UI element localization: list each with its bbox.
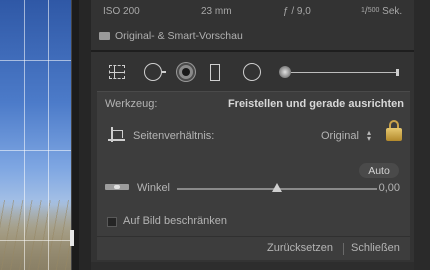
panel-bottom-edge	[91, 262, 414, 270]
aspect-ratio-label: Seitenverhältnis:	[133, 130, 215, 142]
shutter-denominator: 500	[367, 7, 380, 14]
radial-filter-icon	[243, 63, 261, 81]
adjustment-brush-tool-button[interactable]	[277, 62, 401, 82]
footer-divider	[343, 243, 344, 255]
original-smart-preview-status[interactable]: Original- & Smart-Vorschau	[99, 29, 243, 43]
reset-button[interactable]: Zurücksetzen	[267, 242, 333, 254]
graduated-filter-icon	[210, 63, 220, 81]
angle-slider-thumb[interactable]	[272, 183, 282, 192]
red-eye-icon	[177, 63, 195, 81]
graduated-filter-tool-button[interactable]	[207, 62, 223, 82]
adjustment-brush-icon	[279, 66, 291, 78]
panel-scroll-gutter	[79, 0, 91, 270]
photo-preview[interactable]	[0, 0, 71, 270]
tool-label: Werkzeug:	[105, 98, 158, 110]
select-arrows-icon[interactable]: ▴ ▾	[367, 129, 371, 143]
radial-filter-tool-button[interactable]	[241, 62, 263, 82]
crop-handle[interactable]	[70, 230, 74, 246]
crop-icon[interactable]	[107, 126, 127, 146]
section-divider	[91, 50, 414, 52]
footer-separator	[97, 236, 410, 237]
crop-grid-line	[0, 60, 71, 61]
crop-grid-line	[24, 0, 25, 270]
exif-iso: ISO 200	[103, 6, 140, 17]
lock-icon[interactable]	[386, 120, 402, 142]
angle-label: Winkel	[137, 182, 171, 194]
tool-value: Freistellen und gerade ausrichten	[227, 98, 404, 110]
photo-grass	[0, 200, 71, 270]
crop-grid-line	[0, 150, 71, 151]
crop-overlay-icon	[109, 65, 125, 79]
brush-tip	[396, 69, 399, 76]
right-gutter	[414, 0, 430, 270]
crop-tool-button[interactable]	[107, 62, 127, 82]
exif-focal-length: 23 mm	[201, 6, 232, 17]
exif-info-row: ISO 200 23 mm ƒ / 9,0 1/500 Sek.	[91, 0, 414, 22]
exif-shutter: 1/500 Sek.	[361, 6, 403, 17]
shutter-unit: Sek.	[382, 6, 403, 17]
aspect-ratio-select[interactable]: Original	[321, 130, 359, 142]
spot-removal-tool-button[interactable]	[141, 62, 166, 82]
spot-removal-icon	[144, 63, 166, 81]
brush-line	[291, 72, 397, 73]
constrain-to-image-checkbox[interactable]	[107, 217, 117, 227]
constrain-to-image-label: Auf Bild beschränken	[123, 215, 227, 227]
preview-icon	[99, 32, 110, 40]
level-icon[interactable]	[105, 181, 129, 193]
preview-label: Original- & Smart-Vorschau	[115, 30, 243, 42]
auto-straighten-button[interactable]: Auto	[359, 163, 399, 178]
red-eye-tool-button[interactable]	[175, 62, 197, 82]
close-button[interactable]: Schließen	[351, 242, 400, 254]
crop-grid-line	[0, 240, 71, 241]
crop-panel: Werkzeug: Freistellen und gerade ausrich…	[97, 91, 410, 260]
angle-value[interactable]: 0,00	[379, 182, 400, 194]
tool-strip	[91, 56, 414, 88]
exif-aperture: ƒ / 9,0	[283, 6, 311, 17]
crop-grid-line	[48, 0, 49, 270]
develop-right-panel: ISO 200 23 mm ƒ / 9,0 1/500 Sek. Origina…	[91, 0, 414, 270]
